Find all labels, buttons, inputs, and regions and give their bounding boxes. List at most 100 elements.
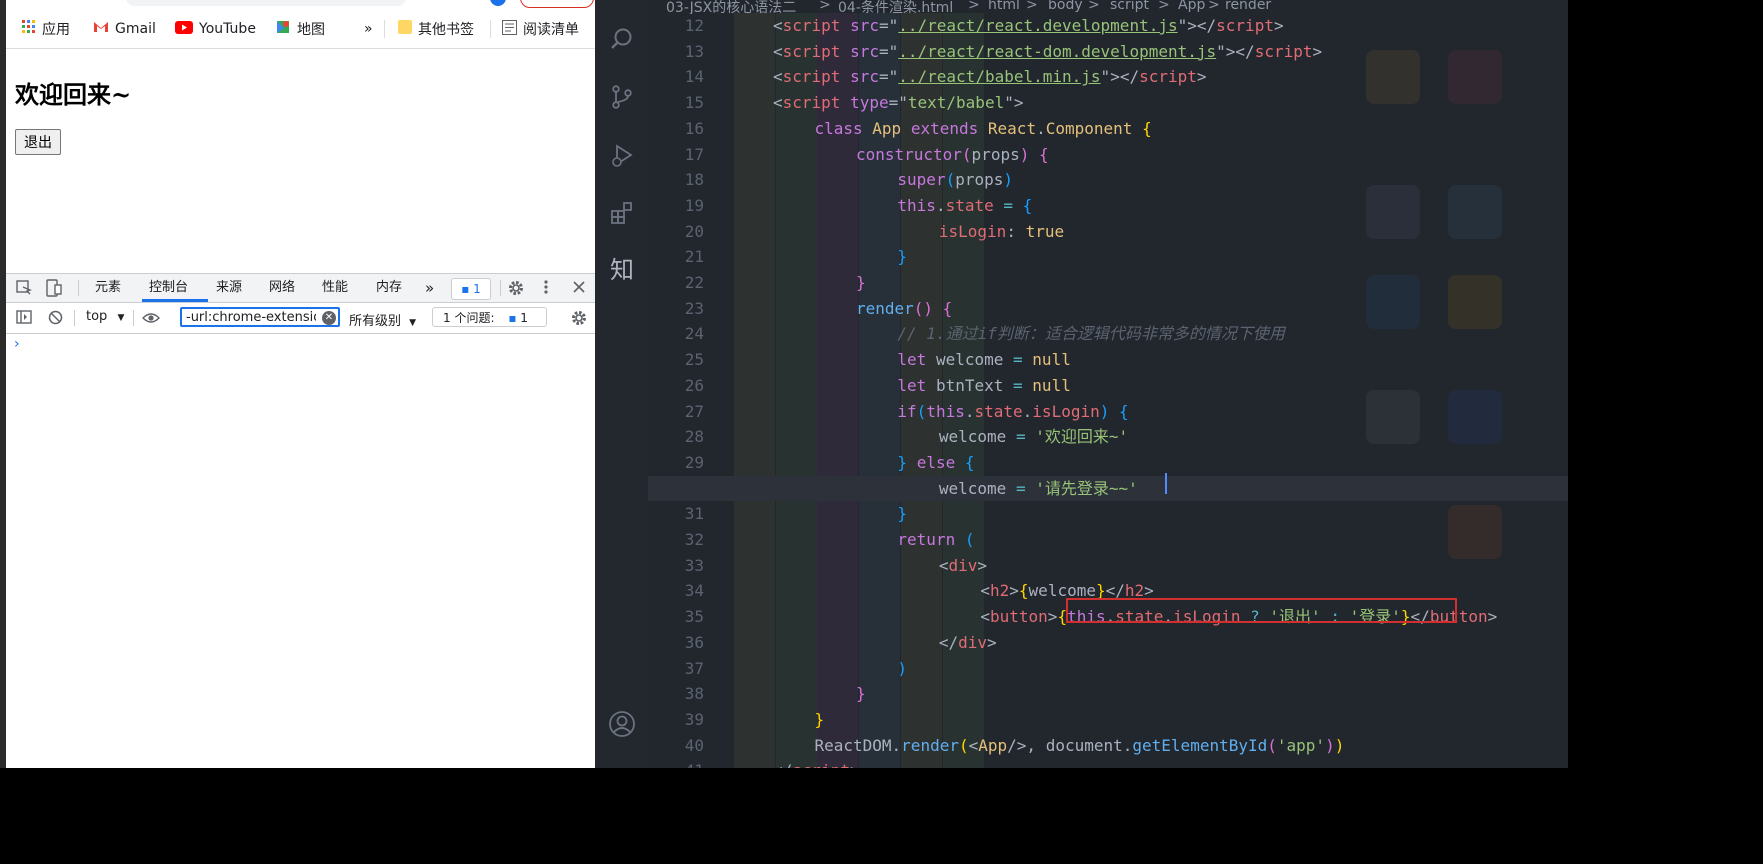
code-line[interactable]: class App extends React.Component { — [648, 116, 1568, 141]
live-expression-eye-icon[interactable] — [142, 311, 160, 327]
code-line[interactable]: welcome = '欢迎回来~' — [648, 424, 1568, 449]
extensions-icon[interactable] — [608, 200, 636, 228]
inspect-element-icon[interactable] — [16, 280, 32, 299]
reading-list-icon — [502, 19, 517, 39]
code-line[interactable]: } — [648, 270, 1568, 295]
source-control-icon[interactable] — [608, 84, 636, 112]
browser-window: 应用 Gmail YouTube 地图 » 其他书签 阅读清单 欢迎回来~ 退出… — [0, 0, 596, 768]
code-line[interactable]: <script src="../react/react-dom.developm… — [648, 39, 1568, 64]
code-line[interactable]: } — [648, 681, 1568, 706]
breadcrumb-separator: > — [968, 0, 980, 13]
issues-badge[interactable]: ▪ 1 — [451, 278, 491, 300]
code-text: } — [855, 684, 866, 704]
code-line[interactable]: } else { — [648, 450, 1568, 475]
code-text: } — [897, 504, 908, 524]
activity-bar: 知 — [595, 0, 648, 768]
search-icon[interactable] — [608, 26, 636, 54]
profile-avatar[interactable] — [490, 0, 506, 6]
code-line[interactable]: <div> — [648, 553, 1568, 578]
bookmark-other[interactable]: 其他书签 — [398, 18, 474, 40]
tab-elements[interactable]: 元素 — [95, 274, 121, 302]
bookmark-youtube[interactable]: YouTube — [175, 18, 256, 40]
tab-performance[interactable]: 性能 — [322, 274, 348, 302]
console-toolbar: top ▼ ✕ 所有级别 ▼ 1 个问题: ▪ 1 — [6, 303, 595, 334]
more-tabs-button[interactable]: » — [425, 274, 434, 302]
code-line[interactable]: render() { — [648, 296, 1568, 321]
account-icon[interactable] — [608, 710, 636, 738]
tab-network[interactable]: 网络 — [269, 274, 295, 302]
console-settings-gear-icon[interactable] — [571, 310, 587, 329]
log-levels-dropdown[interactable]: 所有级别 ▼ — [349, 310, 416, 329]
breadcrumb-item[interactable]: 04-条件渲染.html — [838, 0, 953, 14]
code-line[interactable]: let btnText = null — [648, 373, 1568, 398]
code-editor[interactable]: 03-JSX的核心语法二 >04-条件渲染.html > html > body > scri… — [648, 0, 1568, 768]
toolbar-divider — [78, 280, 79, 296]
bookmark-reading-list[interactable]: 阅读清单 — [502, 18, 579, 40]
dropdown-caret-icon: ▼ — [117, 313, 125, 323]
tab-memory[interactable]: 内存 — [376, 274, 402, 302]
issues-count-value: 1 — [520, 311, 528, 325]
breadcrumb-separator: > — [1088, 0, 1100, 13]
code-line[interactable]: constructor(props) { — [648, 142, 1568, 167]
code-line[interactable]: } — [648, 244, 1568, 269]
issues-counter[interactable]: 1 个问题: ▪ 1 — [432, 307, 547, 327]
run-debug-icon[interactable] — [608, 142, 636, 170]
code-line[interactable]: // 1.通过if判断：适合逻辑代码非常多的情况下使用 — [648, 321, 1568, 346]
code-line[interactable]: return ( — [648, 527, 1568, 552]
code-line[interactable]: <script src="../react/react.development.… — [648, 13, 1568, 38]
update-button[interactable] — [520, 0, 594, 8]
breadcrumb-item[interactable]: body — [1048, 0, 1083, 13]
address-bar-remnant[interactable] — [126, 0, 406, 6]
code-line[interactable]: </script> — [648, 758, 1568, 768]
toolbar-divider — [74, 310, 75, 326]
gmail-icon — [93, 21, 109, 37]
code-line[interactable]: } — [648, 707, 1568, 732]
code-line[interactable]: </div> — [648, 630, 1568, 655]
bookmark-label: YouTube — [199, 21, 256, 37]
apps-grid-icon — [22, 20, 36, 38]
console-filter-input[interactable] — [180, 307, 340, 327]
tab-console[interactable]: 控制台 — [149, 274, 188, 302]
code-line[interactable]: super(props) — [648, 167, 1568, 192]
code-line[interactable]: ) — [648, 656, 1568, 681]
code-line[interactable]: <script type="text/babel"> — [648, 90, 1568, 115]
logout-button[interactable]: 退出 — [15, 129, 61, 155]
code-line[interactable]: <script src="../react/babel.min.js"></sc… — [648, 64, 1568, 89]
toolbar-divider — [133, 310, 134, 326]
bookmark-label: Gmail — [115, 21, 156, 37]
bookmark-apps[interactable]: 应用 — [22, 18, 70, 40]
code-line[interactable]: ReactDOM.render(<App/>, document.getElem… — [648, 733, 1568, 758]
page-viewport: 欢迎回来~ 退出 — [6, 49, 595, 273]
breadcrumb-item[interactable]: 03-JSX的核心语法二 — [666, 0, 796, 14]
clear-filter-icon[interactable]: ✕ — [322, 311, 336, 325]
code-text: <div> — [938, 555, 988, 575]
code-text: class App extends React.Component { — [814, 118, 1152, 138]
zhihu-icon[interactable]: 知 — [608, 256, 636, 284]
breadcrumb-item[interactable]: script — [1110, 0, 1149, 13]
code-text: </script> — [773, 758, 860, 768]
breadcrumb-separator: > — [819, 0, 831, 13]
sidebar-toggle-icon[interactable] — [16, 310, 32, 327]
chevron-more-icon: » — [364, 21, 373, 37]
bookmark-maps[interactable]: 地图 — [275, 18, 325, 40]
breadcrumb-item[interactable]: render — [1225, 0, 1271, 13]
close-icon[interactable] — [572, 280, 586, 297]
code-line[interactable]: welcome = '请先登录~~' — [648, 475, 1568, 501]
bookmarks-overflow-button[interactable]: » — [364, 18, 373, 40]
tab-sources[interactable]: 来源 — [216, 274, 242, 302]
code-line[interactable]: } — [648, 501, 1568, 526]
context-dropdown[interactable]: top ▼ — [86, 309, 124, 324]
code-line[interactable]: if(this.state.isLogin) { — [648, 399, 1568, 424]
clear-console-icon[interactable] — [48, 310, 63, 328]
bookmark-gmail[interactable]: Gmail — [93, 18, 156, 40]
breadcrumb-item[interactable]: html — [988, 0, 1020, 13]
breadcrumb-item[interactable]: App — [1178, 0, 1205, 13]
kebab-menu-icon[interactable] — [544, 279, 548, 298]
console-prompt-chevron-icon[interactable]: › — [14, 336, 20, 352]
code-line[interactable]: let welcome = null — [648, 347, 1568, 372]
code-line[interactable]: isLogin: true — [648, 219, 1568, 244]
code-line[interactable]: this.state = { — [648, 193, 1568, 218]
device-toolbar-icon[interactable] — [46, 279, 62, 300]
message-icon: ▪ — [461, 282, 470, 296]
settings-gear-icon[interactable] — [508, 280, 524, 299]
